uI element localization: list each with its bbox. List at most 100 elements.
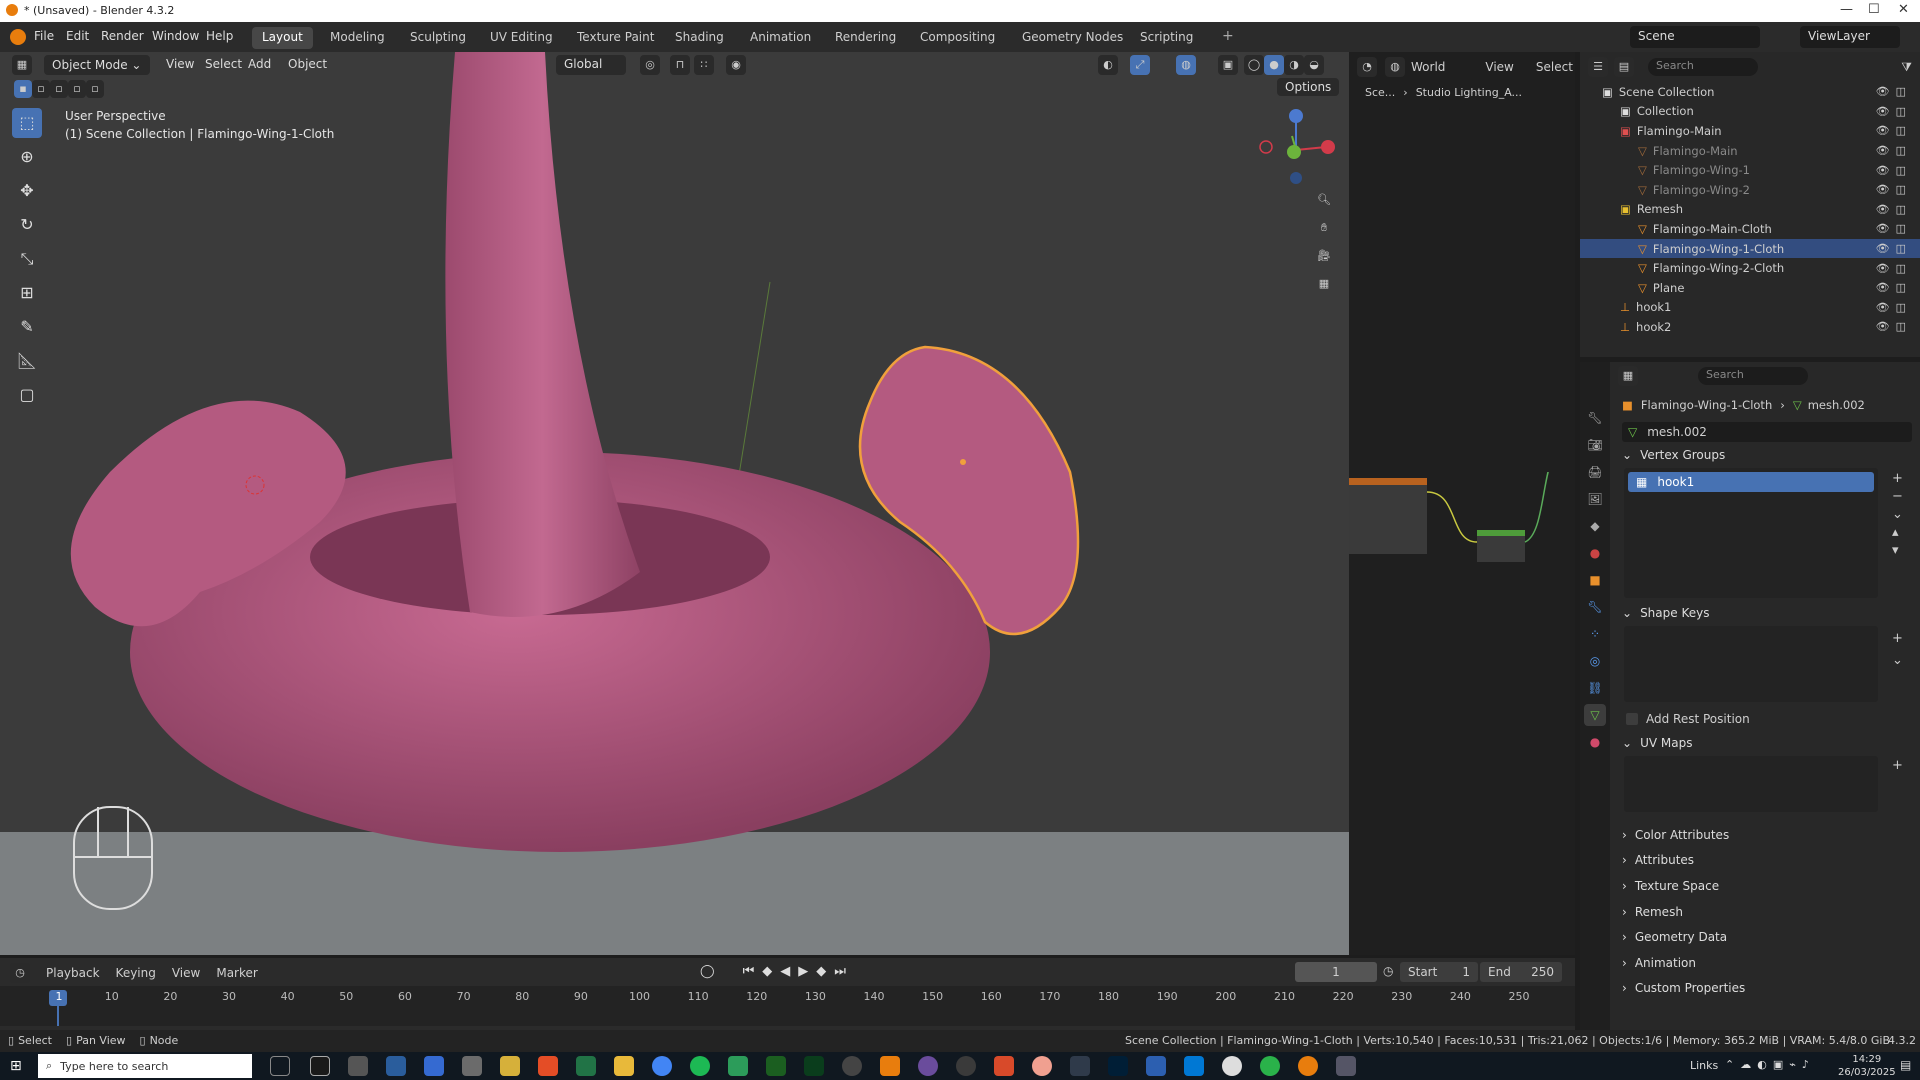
auto-key-icon[interactable]: ◯ bbox=[700, 964, 715, 979]
tab-uv-editing[interactable]: UV Editing bbox=[480, 27, 563, 49]
shape-keys-panel-header[interactable]: ⌄ Shape Keys bbox=[1622, 602, 1912, 624]
visibility-toggle-icon[interactable]: 👁︎◫ bbox=[1876, 281, 1912, 294]
tab-modeling[interactable]: Modeling bbox=[320, 27, 395, 49]
node-graph[interactable] bbox=[1349, 472, 1575, 632]
app-icon-5[interactable] bbox=[462, 1056, 482, 1076]
app-icon-15[interactable] bbox=[1222, 1056, 1242, 1076]
mesh-data-tab-icon[interactable]: ▽ bbox=[1584, 704, 1606, 726]
3d-viewport[interactable]: ▦ Object Mode ⌄ View Select Add Object G… bbox=[0, 52, 1349, 955]
app-icon-7[interactable] bbox=[538, 1056, 558, 1076]
breadcrumb-world[interactable]: Studio Lighting_A... bbox=[1416, 86, 1522, 99]
visibility-toggle-icon[interactable]: 👁︎◫ bbox=[1876, 183, 1912, 196]
environment-texture-node[interactable] bbox=[1349, 478, 1427, 554]
outliner-row[interactable]: ▽ Flamingo-Wing-2-Cloth 👁︎◫ bbox=[1580, 258, 1920, 278]
outliner-search-input[interactable]: Search bbox=[1648, 58, 1758, 76]
timeline-menu-marker[interactable]: Marker bbox=[216, 966, 257, 980]
shading-rendered-icon[interactable]: ◒ bbox=[1304, 55, 1324, 75]
add-cube-tool-icon[interactable]: ▢ bbox=[12, 380, 42, 410]
snap-target-icon[interactable]: ∷ bbox=[694, 55, 714, 75]
add-rest-position-checkbox[interactable]: Add Rest Position bbox=[1626, 712, 1750, 726]
uv-maps-list[interactable] bbox=[1624, 756, 1878, 812]
visibility-toggle-icon[interactable]: 👁︎◫ bbox=[1876, 124, 1912, 137]
app-icon-2[interactable] bbox=[348, 1056, 368, 1076]
tab-sculpting[interactable]: Sculpting bbox=[400, 27, 476, 49]
add-icon[interactable]: + bbox=[1892, 470, 1903, 488]
visibility-toggle-icon[interactable]: 👁︎◫ bbox=[1876, 85, 1912, 98]
tab-rendering[interactable]: Rendering bbox=[825, 27, 906, 49]
move-tool-icon[interactable]: ✥ bbox=[12, 176, 42, 206]
world-label[interactable]: World bbox=[1411, 60, 1445, 74]
next-keyframe-icon[interactable]: ◆ bbox=[816, 964, 826, 979]
panel-remesh[interactable]: › Remesh bbox=[1622, 899, 1912, 925]
timeline-editor-icon[interactable]: ◷ bbox=[10, 963, 30, 983]
app-icon-13[interactable] bbox=[1070, 1056, 1090, 1076]
render-tab-icon[interactable]: 📷︎ bbox=[1584, 434, 1606, 456]
outliner-row[interactable]: ▽ Flamingo-Wing-1 👁︎◫ bbox=[1580, 160, 1920, 180]
timeline-menu-playback[interactable]: Playback bbox=[46, 966, 100, 980]
outliner-row[interactable]: ⊥ hook2 👁︎◫ bbox=[1580, 317, 1920, 337]
menu-file[interactable]: File bbox=[34, 29, 54, 43]
tab-animation[interactable]: Animation bbox=[740, 27, 821, 49]
app-icon-ds[interactable] bbox=[766, 1056, 786, 1076]
particles-tab-icon[interactable]: ⁘ bbox=[1584, 623, 1606, 645]
tab-texture-paint[interactable]: Texture Paint bbox=[567, 27, 664, 49]
annotate-tool-icon[interactable]: ✎ bbox=[12, 312, 42, 342]
constraints-tab-icon[interactable]: ⛓︎ bbox=[1584, 677, 1606, 699]
outliner-row[interactable]: ▣ Collection 👁︎◫ bbox=[1580, 102, 1920, 122]
select-intersect-icon[interactable]: ▫ bbox=[86, 80, 104, 98]
editor-type-icon[interactable]: ▦ bbox=[12, 55, 32, 75]
app-icon-calculator[interactable] bbox=[576, 1056, 596, 1076]
spotify-icon[interactable] bbox=[690, 1056, 710, 1076]
app-icon-chatgpt[interactable] bbox=[310, 1056, 330, 1076]
scene-field[interactable]: Scene bbox=[1630, 26, 1760, 48]
ortho-grid-icon[interactable]: ▦ bbox=[1314, 274, 1334, 294]
app-icon-9[interactable] bbox=[918, 1056, 938, 1076]
filter-icon[interactable]: ⧩ bbox=[1901, 60, 1912, 75]
taskbar-search-box[interactable]: ⌕ Type here to search bbox=[38, 1054, 252, 1078]
panel-attributes[interactable]: › Attributes bbox=[1622, 848, 1912, 874]
view-layer-tab-icon[interactable]: 🖼︎ bbox=[1584, 488, 1606, 510]
visibility-toggle-icon[interactable]: 👁︎◫ bbox=[1876, 222, 1912, 235]
menu-window[interactable]: Window bbox=[152, 29, 199, 43]
vscode-icon[interactable] bbox=[1184, 1056, 1204, 1076]
notification-icon[interactable]: ▤ bbox=[1900, 1058, 1911, 1072]
visibility-icon[interactable]: ◐ bbox=[1098, 55, 1118, 75]
outliner-row[interactable]: ▣ Remesh 👁︎◫ bbox=[1580, 200, 1920, 220]
object-mode-dropdown[interactable]: Object Mode ⌄ bbox=[44, 55, 150, 75]
viewport-scene[interactable] bbox=[0, 52, 1349, 955]
select-new-icon[interactable]: ▪ bbox=[14, 80, 32, 98]
outliner-row[interactable]: ▽ Flamingo-Wing-1-Cloth 👁︎◫ bbox=[1580, 238, 1920, 259]
app-icon-6[interactable] bbox=[500, 1056, 520, 1076]
jump-start-icon[interactable]: ⏮ bbox=[743, 964, 755, 979]
outliner-editor-icon[interactable]: ☰ bbox=[1588, 57, 1608, 77]
panel-animation[interactable]: › Animation bbox=[1622, 950, 1912, 976]
panel-geometry-data[interactable]: › Geometry Data bbox=[1622, 924, 1912, 950]
app-icon-10[interactable] bbox=[956, 1056, 976, 1076]
physics-tab-icon[interactable]: ◎ bbox=[1584, 650, 1606, 672]
visibility-toggle-icon[interactable]: 👁︎◫ bbox=[1876, 262, 1912, 275]
shading-wireframe-icon[interactable]: ◯ bbox=[1244, 55, 1264, 75]
pan-hand-icon[interactable]: ✋︎ bbox=[1314, 218, 1334, 238]
transform-orientation-dropdown[interactable]: Global bbox=[556, 55, 626, 75]
app-icon-3[interactable] bbox=[386, 1056, 406, 1076]
add-icon[interactable]: + bbox=[1892, 628, 1903, 650]
jump-end-icon[interactable]: ⏭ bbox=[834, 964, 846, 979]
file-explorer-icon[interactable] bbox=[614, 1056, 634, 1076]
cursor-tool-icon[interactable]: ⊕ bbox=[12, 142, 42, 172]
blender-taskbar-icon[interactable] bbox=[1298, 1056, 1318, 1076]
xray-icon[interactable]: ▣ bbox=[1218, 55, 1238, 75]
transform-tool-icon[interactable]: ⊞ bbox=[12, 278, 42, 308]
add-icon[interactable]: + bbox=[1892, 758, 1903, 773]
prev-keyframe-icon[interactable]: ◆ bbox=[762, 964, 772, 979]
move-down-icon[interactable]: ▾ bbox=[1892, 542, 1903, 560]
rotate-tool-icon[interactable]: ↻ bbox=[12, 210, 42, 240]
proportional-edit-icon[interactable]: ◉ bbox=[726, 55, 746, 75]
maximize-icon[interactable]: ☐ bbox=[1868, 2, 1880, 17]
timeline-ruler[interactable]: 1 10 20 30 40 50 60 70 80 90 100 110 120 130 140 150 160… bbox=[0, 986, 1575, 1026]
vertex-groups-panel-header[interactable]: ⌄ Vertex Groups bbox=[1622, 444, 1912, 466]
properties-search-input[interactable]: Search bbox=[1698, 367, 1808, 385]
pivot-point-icon[interactable]: ◎ bbox=[640, 55, 660, 75]
vertex-groups-list[interactable]: ▦ hook1 bbox=[1624, 468, 1878, 598]
visibility-toggle-icon[interactable]: 👁︎◫ bbox=[1876, 301, 1912, 314]
visibility-toggle-icon[interactable]: 👁︎◫ bbox=[1876, 144, 1912, 157]
